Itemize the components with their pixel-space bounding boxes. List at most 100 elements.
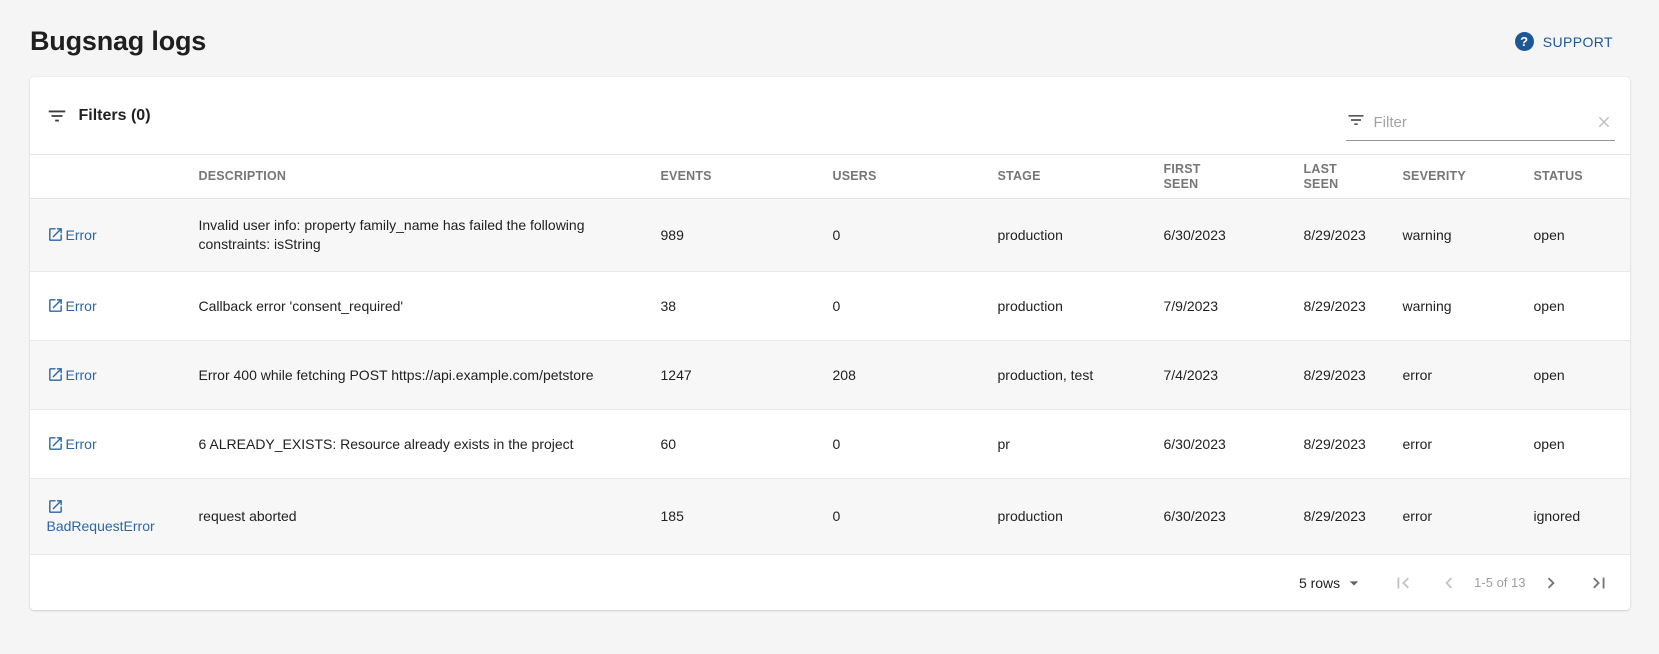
support-label: SUPPORT [1543, 34, 1613, 50]
cell-first-seen: 6/30/2023 [1164, 199, 1304, 272]
cell-severity: error [1403, 479, 1534, 555]
last-page-button[interactable] [1586, 570, 1612, 596]
table-row: Error Invalid user info: property family… [30, 199, 1630, 272]
error-link-label: Error [66, 436, 97, 452]
cell-users: 0 [833, 479, 998, 555]
filter-input[interactable] [1374, 114, 1585, 131]
cell-events: 60 [661, 410, 833, 479]
rows-per-page-select[interactable]: 5 rows [1299, 573, 1364, 593]
page-title: Bugsnag logs [30, 26, 206, 57]
cell-stage: production, test [998, 341, 1164, 410]
error-link-label: Error [66, 227, 97, 243]
cell-stage: pr [998, 410, 1164, 479]
external-link-icon [47, 435, 64, 452]
external-link-icon [47, 297, 64, 314]
cell-last-seen: 8/29/2023 [1304, 341, 1403, 410]
error-link[interactable]: Error [47, 297, 97, 316]
cell-last-seen: 8/29/2023 [1304, 199, 1403, 272]
filters-toggle-button[interactable]: Filters (0) [46, 105, 151, 127]
cell-first-seen: 6/30/2023 [1164, 479, 1304, 555]
cell-description: Callback error 'consent_required' [199, 272, 661, 341]
pagination-bar: 5 rows 1-5 of 13 [30, 555, 1630, 610]
cell-stage: production [998, 479, 1164, 555]
cell-stage: production [998, 272, 1164, 341]
col-header-last-seen: LAST SEEN [1304, 155, 1403, 199]
cell-users: 0 [833, 410, 998, 479]
col-header-status: STATUS [1534, 155, 1630, 199]
topbar: Bugsnag logs ? SUPPORT [0, 0, 1659, 77]
previous-page-button[interactable] [1436, 570, 1462, 596]
errors-table: DESCRIPTION EVENTS USERS STAGE FIRST SEE… [30, 154, 1630, 555]
cell-events: 185 [661, 479, 833, 555]
cell-link: Error [30, 341, 199, 410]
cell-status: open [1534, 341, 1630, 410]
cell-users: 0 [833, 199, 998, 272]
cell-link: Error [30, 272, 199, 341]
clear-filter-button[interactable] [1593, 111, 1615, 133]
cell-last-seen: 8/29/2023 [1304, 410, 1403, 479]
error-link-label: Error [66, 298, 97, 314]
cell-events: 989 [661, 199, 833, 272]
cell-link: Error [30, 199, 199, 272]
help-circle-icon: ? [1515, 32, 1534, 51]
cell-description: Invalid user info: property family_name … [199, 199, 661, 272]
next-page-button[interactable] [1538, 570, 1564, 596]
filters-label: Filters (0) [79, 107, 151, 125]
chevron-right-icon [1540, 572, 1562, 594]
first-page-icon [1392, 572, 1414, 594]
cell-description: request aborted [199, 479, 661, 555]
table-row: Error Error 400 while fetching POST http… [30, 341, 1630, 410]
table-row: Error 6 ALREADY_EXISTS: Resource already… [30, 410, 1630, 479]
filter-field [1346, 105, 1615, 141]
external-link-icon [47, 366, 64, 383]
cell-users: 0 [833, 272, 998, 341]
cell-events: 1247 [661, 341, 833, 410]
cell-description: 6 ALREADY_EXISTS: Resource already exist… [199, 410, 661, 479]
col-header-description: DESCRIPTION [199, 155, 661, 199]
cell-first-seen: 6/30/2023 [1164, 410, 1304, 479]
logs-card: Filters (0) DESCRIPTION EVENTS USERS STA… [30, 77, 1630, 610]
chevron-down-icon [1344, 573, 1364, 593]
chevron-left-icon [1438, 572, 1460, 594]
close-icon [1595, 113, 1613, 131]
last-page-icon [1588, 572, 1610, 594]
external-link-icon [47, 498, 64, 515]
cell-severity: warning [1403, 199, 1534, 272]
cell-severity: warning [1403, 272, 1534, 341]
cell-status: open [1534, 272, 1630, 341]
cell-severity: error [1403, 410, 1534, 479]
external-link-icon [47, 226, 64, 243]
error-link[interactable]: Error [47, 366, 97, 385]
col-header-events: EVENTS [661, 155, 833, 199]
cell-status: open [1534, 410, 1630, 479]
error-link[interactable]: Error [47, 226, 97, 245]
card-toolbar: Filters (0) [30, 77, 1630, 154]
error-link-label: BadRequestError [47, 518, 155, 534]
filter-list-icon [46, 105, 68, 127]
cell-first-seen: 7/4/2023 [1164, 341, 1304, 410]
cell-description: Error 400 while fetching POST https://ap… [199, 341, 661, 410]
col-header-users: USERS [833, 155, 998, 199]
col-header-link [30, 155, 199, 199]
cell-last-seen: 8/29/2023 [1304, 479, 1403, 555]
first-page-button[interactable] [1390, 570, 1416, 596]
cell-users: 208 [833, 341, 998, 410]
error-link-label: Error [66, 367, 97, 383]
col-header-first-seen: FIRST SEEN [1164, 155, 1304, 199]
col-header-severity: SEVERITY [1403, 155, 1534, 199]
col-header-stage: STAGE [998, 155, 1164, 199]
support-link[interactable]: ? SUPPORT [1515, 32, 1613, 51]
cell-severity: error [1403, 341, 1534, 410]
table-header-row: DESCRIPTION EVENTS USERS STAGE FIRST SEE… [30, 155, 1630, 199]
error-link[interactable]: BadRequestError [47, 498, 165, 536]
table-row: Error Callback error 'consent_required' … [30, 272, 1630, 341]
rows-per-page-label: 5 rows [1299, 575, 1340, 591]
cell-status: ignored [1534, 479, 1630, 555]
cell-first-seen: 7/9/2023 [1164, 272, 1304, 341]
pagination-range: 1-5 of 13 [1474, 575, 1525, 590]
cell-stage: production [998, 199, 1164, 272]
table-row: BadRequestError request aborted 185 0 pr… [30, 479, 1630, 555]
cell-last-seen: 8/29/2023 [1304, 272, 1403, 341]
error-link[interactable]: Error [47, 435, 97, 454]
cell-link: BadRequestError [30, 479, 199, 555]
